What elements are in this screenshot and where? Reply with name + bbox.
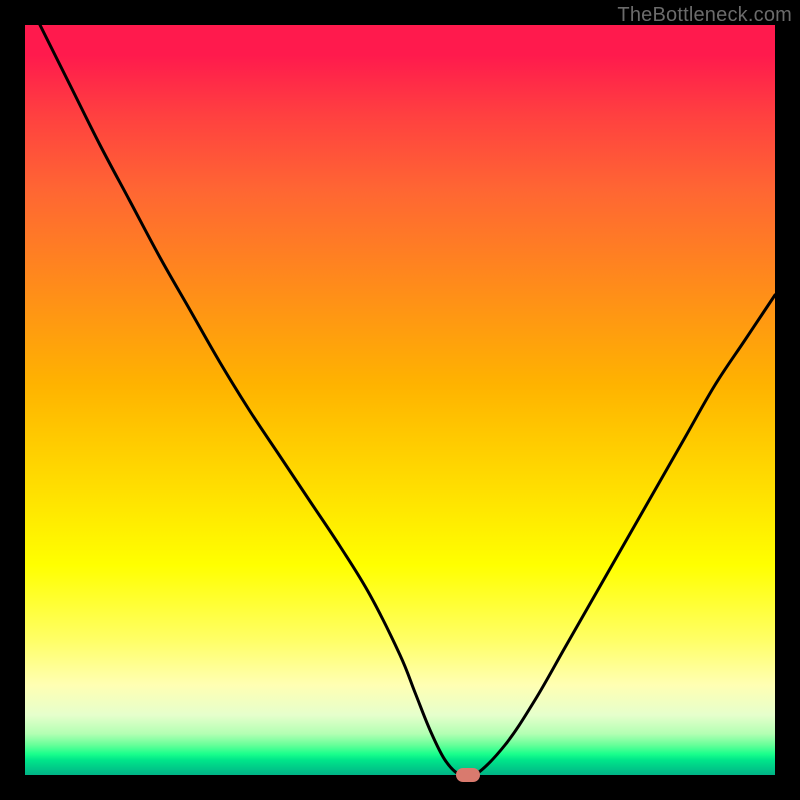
curve-line: [25, 25, 775, 775]
plot-area: [25, 25, 775, 775]
watermark-text: TheBottleneck.com: [617, 4, 792, 27]
optimal-marker: [456, 768, 480, 782]
bottleneck-chart: TheBottleneck.com: [0, 0, 800, 800]
